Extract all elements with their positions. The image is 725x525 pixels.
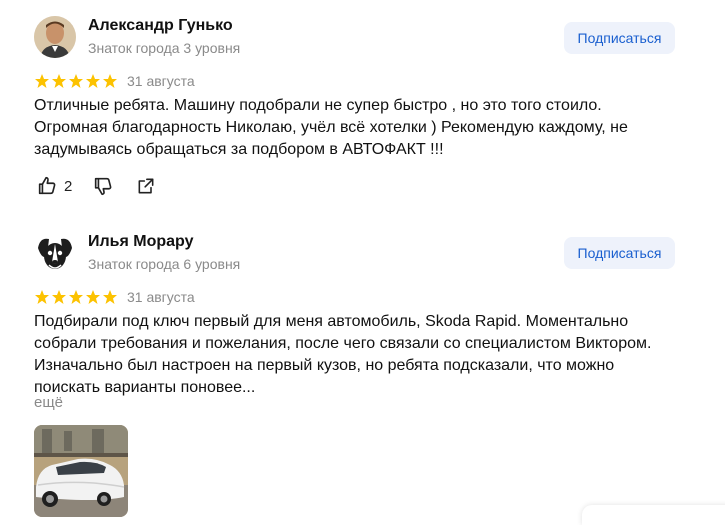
star-rating: [34, 289, 118, 305]
star-icon: [35, 290, 49, 304]
star-icon: [103, 290, 117, 304]
star-icon: [35, 74, 49, 88]
thumbs-down-icon: [95, 177, 112, 196]
share-button[interactable]: [136, 176, 156, 196]
review-actions: 2: [36, 174, 156, 198]
subscribe-button[interactable]: Подписаться: [564, 237, 675, 269]
star-icon: [86, 290, 100, 304]
subscribe-button[interactable]: Подписаться: [564, 22, 675, 54]
star-icon: [52, 290, 66, 304]
like-count: 2: [64, 177, 73, 195]
share-icon: [138, 178, 154, 194]
author-name[interactable]: Илья Морару: [88, 233, 194, 251]
review-text: Подбирали под ключ первый для меня автом…: [34, 313, 652, 396]
like-button[interactable]: 2: [36, 175, 72, 197]
floating-panel-edge: [582, 505, 725, 525]
star-rating: [34, 73, 118, 89]
avatar[interactable]: [34, 232, 76, 274]
star-icon: [69, 74, 83, 88]
author-level: Знаток города 3 уровня: [88, 40, 241, 56]
star-icon: [69, 290, 83, 304]
thumbs-up-icon: [38, 176, 56, 195]
review-date: 31 августа: [127, 289, 195, 305]
review-text: Отличные ребята. Машину подобрали не суп…: [34, 97, 628, 158]
star-icon: [52, 74, 66, 88]
read-more-link[interactable]: ещё: [34, 394, 63, 411]
star-icon: [86, 74, 100, 88]
review-date: 31 августа: [127, 73, 195, 89]
author-name[interactable]: Александр Гунько: [88, 17, 233, 35]
dislike-button[interactable]: [92, 175, 114, 197]
star-icon: [103, 74, 117, 88]
author-level: Знаток города 6 уровня: [88, 256, 241, 272]
review-photo[interactable]: [34, 425, 128, 517]
avatar[interactable]: [34, 16, 76, 58]
